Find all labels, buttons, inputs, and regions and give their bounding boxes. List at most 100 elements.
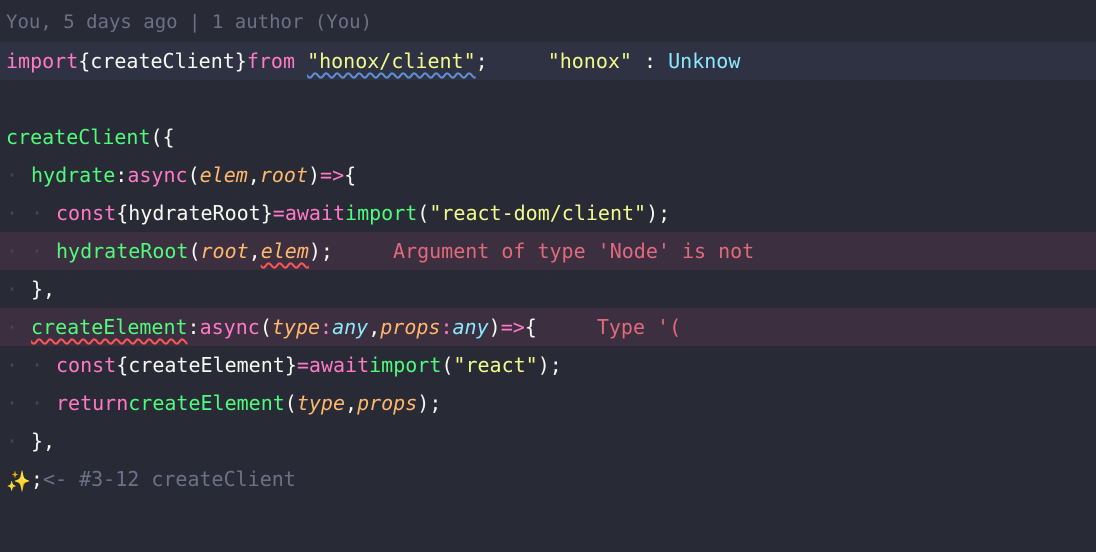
dynamic-import: import xyxy=(369,346,441,384)
diagnostic-label: "honox" xyxy=(548,49,632,73)
string-module-path: "react-dom/client" xyxy=(429,194,646,232)
brace: { xyxy=(344,156,356,194)
brace: { xyxy=(116,346,128,384)
keyword-from: from xyxy=(247,42,295,80)
brace: } xyxy=(235,42,247,80)
code-line[interactable]: ✨ ; <- #3-12 createClient xyxy=(0,460,1096,498)
paren: ( xyxy=(188,232,200,270)
indent-guide: · xyxy=(31,194,43,232)
keyword-async: async xyxy=(127,156,187,194)
semicolon: ; xyxy=(476,42,488,80)
parameter: type xyxy=(272,308,320,346)
indent-guide: · xyxy=(6,384,18,422)
code-line-error[interactable]: · · hydrateRoot ( root , elem ); Argumen… xyxy=(0,232,1096,270)
string-module-path: "honox/client" xyxy=(307,42,476,80)
brace: { xyxy=(78,42,90,80)
comma: , xyxy=(345,384,357,422)
colon: : xyxy=(115,156,127,194)
parameter: props xyxy=(380,308,440,346)
keyword-await: await xyxy=(309,346,369,384)
argument: props xyxy=(357,384,417,422)
semicolon: ; xyxy=(31,460,43,498)
type-annotation: any xyxy=(332,308,368,346)
argument: root xyxy=(201,232,249,270)
indent-guide: · xyxy=(6,270,18,308)
paren-semi: ); xyxy=(309,232,333,270)
function-call: createElement xyxy=(128,384,285,422)
keyword-import: import xyxy=(6,42,78,80)
colon: : xyxy=(188,308,200,346)
comma: , xyxy=(368,308,380,346)
code-line[interactable]: · hydrate : async ( elem , root ) => { xyxy=(0,156,1096,194)
arrow: => xyxy=(501,308,525,346)
property-name: hydrate xyxy=(31,156,115,194)
argument-error: elem xyxy=(261,232,309,270)
git-blame-annotation: You, 5 days ago | 1 author (You) xyxy=(0,0,1096,42)
diagnostic-sep: : xyxy=(644,49,668,73)
fold-hint: <- #3-12 createClient xyxy=(43,460,296,498)
paren: ) xyxy=(489,308,501,346)
code-line[interactable]: createClient ({ xyxy=(0,118,1096,156)
dynamic-import: import xyxy=(345,194,417,232)
code-line[interactable]: import { createClient } from "honox/clie… xyxy=(0,42,1096,80)
indent-guide: · xyxy=(6,156,18,194)
argument: type xyxy=(297,384,345,422)
keyword-const: const xyxy=(56,346,116,384)
brace: { xyxy=(116,194,128,232)
parameter: elem xyxy=(200,156,248,194)
equals: = xyxy=(297,346,309,384)
keyword-async: async xyxy=(200,308,260,346)
function-call: hydrateRoot xyxy=(56,232,188,270)
function-call: createClient xyxy=(6,118,151,156)
destructured-symbol: hydrateRoot xyxy=(128,194,260,232)
indent-guide: · xyxy=(6,422,18,460)
indent-guide: · xyxy=(6,346,18,384)
brace-comma: }, xyxy=(31,422,55,460)
code-line[interactable]: · }, xyxy=(0,270,1096,308)
sparkle-icon: ✨ xyxy=(6,462,31,500)
indent-guide: · xyxy=(6,308,18,346)
indent-guide: · xyxy=(6,232,18,270)
type-sep: : xyxy=(440,308,452,346)
brace: } xyxy=(285,346,297,384)
keyword-const: const xyxy=(56,194,116,232)
indent-guide: · xyxy=(31,232,43,270)
error-inline-diagnostic: Type '( xyxy=(597,308,681,346)
paren: ( xyxy=(441,346,453,384)
brace: } xyxy=(261,194,273,232)
paren: ( xyxy=(188,156,200,194)
type-annotation: any xyxy=(453,308,489,346)
indent-guide: · xyxy=(6,194,18,232)
keyword-await: await xyxy=(285,194,345,232)
brace: { xyxy=(525,308,537,346)
diagnostic-text: Unknow xyxy=(668,49,740,73)
property-name-error: createElement xyxy=(31,308,188,346)
code-line[interactable]: · }, xyxy=(0,422,1096,460)
paren: ( xyxy=(417,194,429,232)
paren: ( xyxy=(260,308,272,346)
paren: ( xyxy=(285,384,297,422)
indent-guide: · xyxy=(31,346,43,384)
imported-symbol: createClient xyxy=(90,42,235,80)
code-line-error[interactable]: · createElement : async ( type : any , p… xyxy=(0,308,1096,346)
error-inline-diagnostic: Argument of type 'Node' is not xyxy=(393,232,754,270)
code-line[interactable]: · · const { createElement } = await impo… xyxy=(0,346,1096,384)
comma: , xyxy=(249,232,261,270)
equals: = xyxy=(273,194,285,232)
paren-semi: ); xyxy=(646,194,670,232)
parameter: root xyxy=(260,156,308,194)
brace-comma: }, xyxy=(31,270,55,308)
code-line[interactable]: · · return createElement ( type , props … xyxy=(0,384,1096,422)
code-line[interactable]: · · const { hydrateRoot } = await import… xyxy=(0,194,1096,232)
type-sep: : xyxy=(320,308,332,346)
code-line-empty[interactable] xyxy=(0,80,1096,118)
destructured-symbol: createElement xyxy=(128,346,285,384)
paren-semi: ); xyxy=(417,384,441,422)
keyword-return: return xyxy=(56,384,128,422)
paren: ) xyxy=(308,156,320,194)
arrow: => xyxy=(320,156,344,194)
indent-guide: · xyxy=(31,384,43,422)
paren-semi: ); xyxy=(538,346,562,384)
comma: , xyxy=(248,156,260,194)
paren-brace: ({ xyxy=(151,118,175,156)
